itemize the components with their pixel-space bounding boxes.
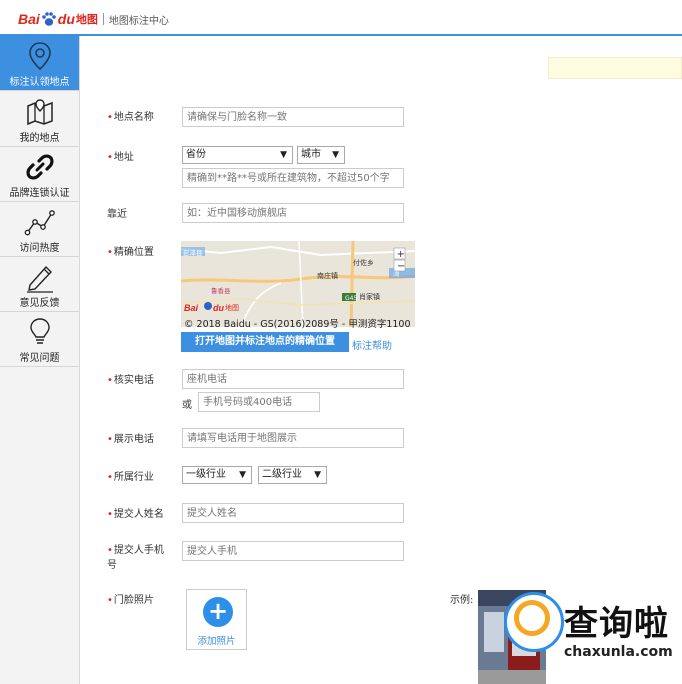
- svg-text:Bai: Bai: [184, 303, 199, 313]
- nearby-input[interactable]: [182, 203, 404, 223]
- sidebar-item-label: 我的地点: [19, 133, 60, 144]
- map-preview[interactable]: G45 南庄镇 付佐乡 肖家镇 彭泽县 鲁香县 湾 + − Bai du 地图: [181, 241, 415, 327]
- mobile-input[interactable]: [198, 392, 320, 412]
- add-photo-button[interactable]: + 添加照片: [186, 589, 247, 650]
- nearby-label: 靠近: [107, 209, 127, 220]
- pencil-icon: [27, 265, 53, 293]
- sidebar-item-feedback[interactable]: 意见反馈: [0, 257, 79, 312]
- map-town-label: 南庄镇: [317, 271, 338, 280]
- map-town-label: 彭泽县: [183, 248, 203, 257]
- precise-position-label: •精确位置: [107, 247, 154, 258]
- svg-text:+: +: [397, 249, 405, 260]
- required-mark: •: [107, 112, 113, 123]
- open-map-button[interactable]: 打开地图并标注地点的精确位置: [181, 332, 349, 352]
- logo-separator: [102, 13, 104, 25]
- sidebar: 标注认领地点 我的地点 品牌连锁认证 访问热度 意见反馈 常见问题: [0, 36, 80, 684]
- industry-level1-select[interactable]: 一级行业 ▼: [182, 466, 252, 484]
- sidebar-item-my-places[interactable]: 我的地点: [0, 92, 79, 147]
- sidebar-item-label: 标注认领地点: [9, 77, 70, 88]
- dropdown-arrow-icon: ▼: [332, 150, 339, 160]
- watermark-logo: 查询啦 chaxunla.com: [500, 590, 682, 668]
- link-icon: [26, 154, 54, 180]
- place-name-label: •地点名称: [107, 112, 154, 123]
- add-photo-label: 添加照片: [197, 636, 236, 647]
- watermark-q-icon: [514, 600, 550, 636]
- required-mark: •: [107, 595, 113, 606]
- svg-text:−: −: [397, 261, 405, 272]
- dropdown-arrow-icon: ▼: [314, 470, 321, 480]
- address-label: •地址: [107, 152, 134, 163]
- storefront-photo-label: •门脸照片: [107, 595, 154, 606]
- map-roads: G45 南庄镇 付佐乡 肖家镇 彭泽县 鲁香县 湾 + − Bai du 地图: [181, 241, 415, 327]
- map-town-label: 肖家镇: [359, 292, 380, 301]
- place-name-input[interactable]: [182, 107, 404, 127]
- province-select[interactable]: 省份 ▼: [182, 146, 293, 164]
- notice-box: [548, 57, 682, 79]
- or-text: 或: [182, 400, 192, 411]
- map-town-label: 付佐乡: [353, 258, 374, 267]
- submitter-phone-label: •提交人手机号: [107, 545, 164, 571]
- required-mark: •: [107, 247, 113, 258]
- add-icon: +: [203, 597, 233, 627]
- mark-help-link[interactable]: 标注帮助: [352, 337, 392, 352]
- svg-text:地图: 地图: [225, 303, 239, 312]
- submitter-name-input[interactable]: [182, 503, 404, 523]
- sidebar-item-label: 访问热度: [19, 243, 60, 254]
- required-mark: •: [107, 472, 113, 483]
- location-pin-icon: [29, 42, 51, 71]
- page-title: 地图标注中心: [108, 15, 169, 27]
- map-place-label: 鲁香县: [211, 286, 231, 295]
- submitter-phone-input[interactable]: [182, 541, 404, 561]
- logo-map: 地图: [75, 13, 98, 26]
- sidebar-item-mark-claim[interactable]: 标注认领地点: [0, 36, 79, 91]
- svg-text:du: du: [213, 303, 224, 313]
- sidebar-item-visit-heat[interactable]: 访问热度: [0, 202, 79, 257]
- display-phone-label: •展示电话: [107, 434, 154, 445]
- required-mark: •: [107, 545, 113, 556]
- verify-phone-label: •核实电话: [107, 375, 154, 386]
- watermark-domain: chaxunla.com: [564, 644, 673, 660]
- display-phone-input[interactable]: [182, 428, 404, 448]
- required-mark: •: [107, 152, 113, 163]
- map-road-label: G45: [345, 295, 357, 302]
- map-icon: [27, 99, 53, 126]
- address-detail-input[interactable]: [182, 168, 404, 188]
- baidu-map-logo[interactable]: Bai du 地图 地图标注中心: [18, 9, 169, 29]
- top-bar: Bai du 地图 地图标注中心: [0, 0, 682, 36]
- lightbulb-icon: [30, 318, 50, 344]
- industry-level2-select[interactable]: 二级行业 ▼: [258, 466, 327, 484]
- logo-du: du: [57, 11, 75, 27]
- city-select[interactable]: 城市 ▼: [297, 146, 345, 164]
- sidebar-item-faq[interactable]: 常见问题: [0, 312, 79, 367]
- map-copyright: © 2018 Baidu - GS(2016)2089号 - 甲测资字1100: [184, 319, 411, 330]
- sidebar-item-label: 常见问题: [19, 353, 60, 364]
- trend-line-icon: [24, 210, 55, 236]
- sidebar-item-label: 品牌连锁认证: [9, 188, 70, 199]
- required-mark: •: [107, 434, 113, 445]
- required-mark: •: [107, 375, 113, 386]
- sidebar-item-label: 意见反馈: [19, 298, 60, 309]
- logo-bai: Bai: [18, 11, 40, 27]
- watermark-text: 查询啦: [564, 604, 669, 644]
- industry-label: •所属行业: [107, 472, 154, 483]
- landline-input[interactable]: [182, 369, 404, 389]
- baidu-paw-icon: [41, 12, 56, 26]
- submitter-name-label: •提交人姓名: [107, 509, 164, 520]
- dropdown-arrow-icon: ▼: [280, 150, 287, 160]
- required-mark: •: [107, 509, 113, 520]
- example-label: 示例:: [450, 595, 474, 606]
- dropdown-arrow-icon: ▼: [239, 470, 246, 480]
- sidebar-item-brand-chain[interactable]: 品牌连锁认证: [0, 147, 79, 202]
